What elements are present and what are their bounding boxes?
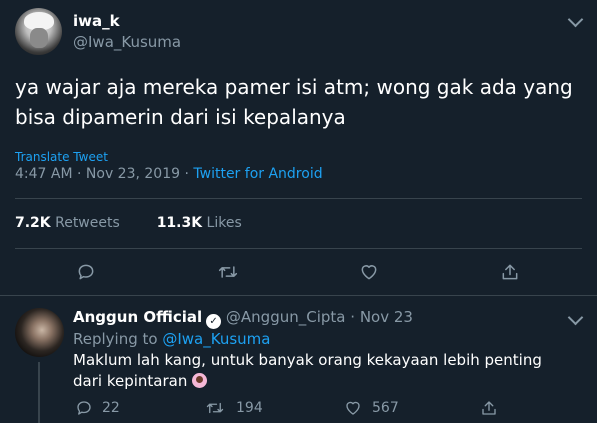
meta-separator: ·	[77, 166, 86, 182]
divider	[15, 248, 582, 249]
tweet-meta: 4:47 AM · Nov 23, 2019 · Twitter for And…	[15, 166, 323, 182]
author-handle[interactable]: @Iwa_Kusuma	[73, 33, 181, 51]
retweet-icon[interactable]	[205, 399, 225, 417]
replying-to-handle[interactable]: @Iwa_Kusuma	[162, 330, 270, 348]
reply-count: 22	[102, 400, 120, 416]
verified-badge-icon: ✓	[206, 314, 222, 329]
tweet-stats: 7.2K Retweets 11.3K Likes	[15, 215, 242, 231]
replying-to: Replying to @Iwa_Kusuma	[73, 330, 270, 348]
author-avatar[interactable]	[15, 8, 62, 55]
person-tipping-hand-emoji-icon	[192, 373, 208, 388]
reply-author-avatar[interactable]	[15, 308, 64, 357]
reply-text-container: Maklum lah kang, untuk banyak orang keka…	[73, 350, 573, 392]
retweets-count: 7.2K	[15, 215, 51, 231]
like-icon[interactable]	[359, 262, 379, 282]
reply-icon[interactable]	[76, 262, 96, 282]
like-icon[interactable]	[344, 399, 362, 417]
reply-icon[interactable]	[75, 399, 93, 417]
reply-header: Anggun Official ✓ @Anggun_Cipta · Nov 23	[73, 308, 413, 329]
reply-author-handle[interactable]: @Anggun_Cipta	[226, 308, 346, 326]
thread-line	[38, 362, 40, 423]
retweets-stat[interactable]: 7.2K Retweets	[15, 215, 120, 231]
reply-date[interactable]: Nov 23	[360, 308, 413, 326]
reply-author-name[interactable]: Anggun Official	[73, 308, 202, 326]
likes-stat[interactable]: 11.3K Likes	[157, 215, 242, 231]
meta-separator: ·	[350, 308, 356, 326]
retweet-icon[interactable]	[217, 262, 239, 282]
tweet-time[interactable]: 4:47 AM	[15, 166, 73, 182]
share-icon[interactable]	[480, 399, 498, 417]
share-icon[interactable]	[500, 262, 520, 282]
likes-label: Likes	[206, 215, 242, 231]
likes-count: 11.3K	[156, 215, 203, 231]
reply-text: Maklum lah kang, untuk banyak orang keka…	[73, 351, 542, 390]
chevron-down-icon[interactable]	[567, 309, 584, 326]
author-name[interactable]: iwa_k	[73, 12, 120, 30]
replying-prefix: Replying to	[73, 330, 158, 348]
retweet-count: 194	[236, 400, 263, 416]
tweet-text: ya wajar aja mereka pamer isi atm; wong …	[15, 75, 573, 129]
tweet-source[interactable]: Twitter for Android	[193, 166, 322, 182]
tweet-date[interactable]: Nov 23, 2019	[86, 166, 180, 182]
translate-tweet-link[interactable]: Translate Tweet	[15, 150, 108, 164]
retweets-label: Retweets	[55, 215, 120, 231]
chevron-down-icon[interactable]	[567, 11, 584, 28]
divider	[15, 198, 582, 199]
divider	[0, 295, 597, 296]
like-count: 567	[372, 400, 399, 416]
